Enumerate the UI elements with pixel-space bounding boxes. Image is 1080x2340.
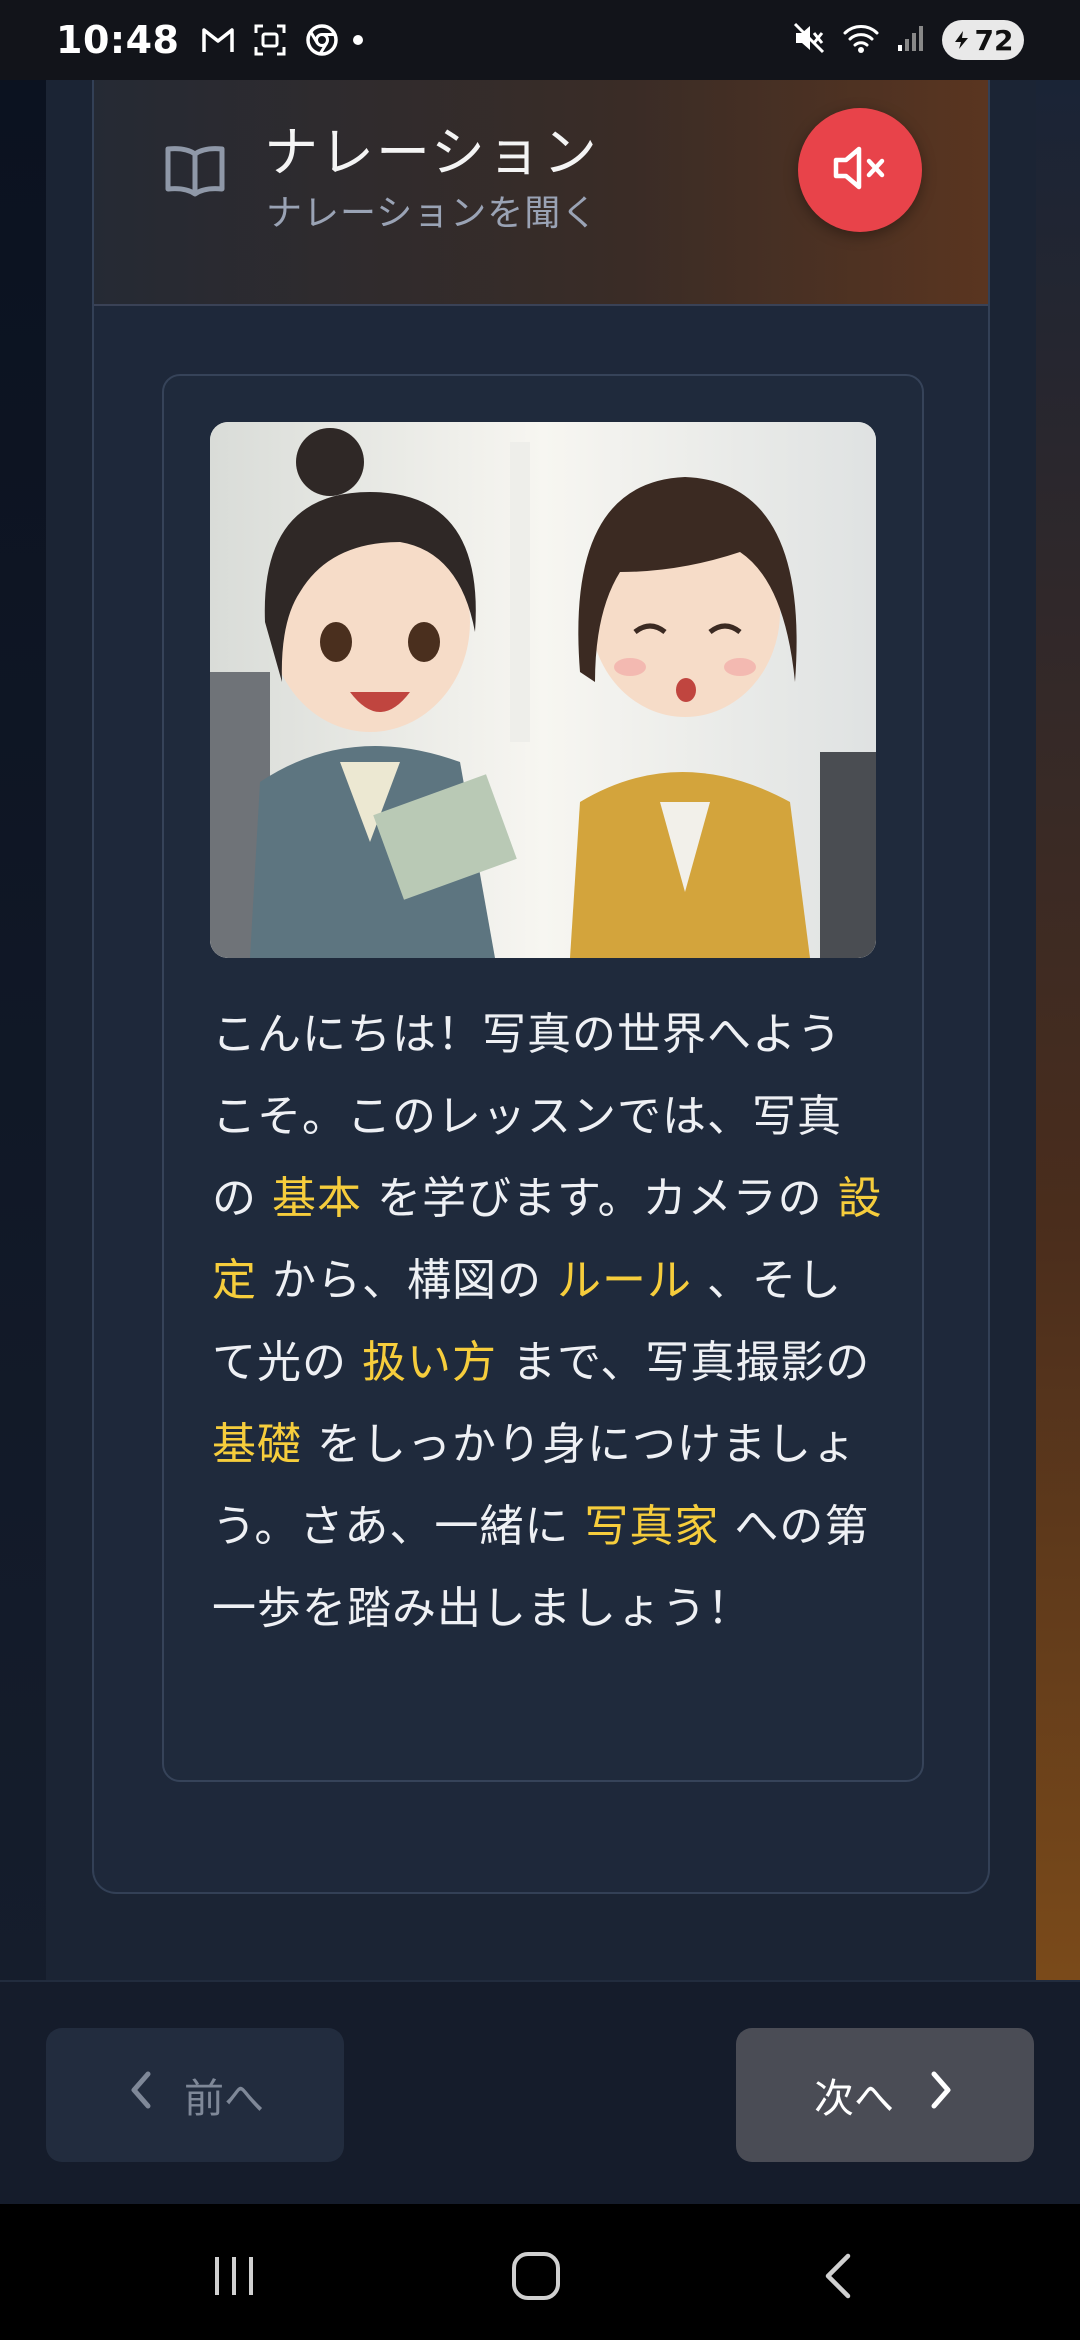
- system-status-icons: 72: [792, 20, 1024, 60]
- highlighted-term: 基礎: [212, 1419, 302, 1470]
- previous-label: 前へ: [184, 2076, 264, 2122]
- next-button[interactable]: 次へ: [736, 2028, 1034, 2162]
- wifi-icon: [842, 21, 880, 59]
- background-right: [1036, 80, 1080, 1980]
- next-label: 次へ: [814, 2076, 894, 2122]
- lesson-illustration: [210, 422, 876, 958]
- gmail-icon: [201, 23, 235, 57]
- mute-icon: [792, 21, 826, 59]
- highlighted-term: 写真家: [584, 1501, 720, 1552]
- lesson-navigation: 前へ 次へ: [0, 1980, 1080, 2204]
- home-button[interactable]: [506, 2246, 566, 2306]
- narration-card: ナレーション ナレーションを聞く こんにちは！写真の世界へようこそ。このレッスン…: [92, 80, 990, 1894]
- battery-level: 72: [974, 23, 1014, 57]
- battery-charging-icon: [953, 24, 971, 57]
- battery-indicator: 72: [942, 20, 1024, 60]
- narration-segment: まで、写真撮影の: [497, 1337, 871, 1388]
- highlighted-term: 扱い方: [362, 1337, 497, 1388]
- narration-title: ナレーション: [264, 121, 599, 184]
- recent-apps-button[interactable]: [204, 2246, 264, 2306]
- narration-content: こんにちは！写真の世界へようこそ。このレッスンでは、写真の 基本 を学びます。カ…: [162, 374, 924, 1782]
- narration-text: こんにちは！写真の世界へようこそ。このレッスンでは、写真の 基本 を学びます。カ…: [212, 994, 884, 1650]
- mute-toggle-button[interactable]: [798, 108, 922, 232]
- status-time: 10:48: [56, 18, 180, 62]
- volume-mute-icon: [828, 136, 892, 204]
- notification-icons: [201, 23, 339, 57]
- previous-button[interactable]: 前へ: [46, 2028, 344, 2162]
- narration-segment: を学びます。カメラの: [362, 1173, 838, 1224]
- signal-icon: [896, 23, 926, 57]
- highlighted-term: ルール: [556, 1255, 692, 1306]
- book-open-icon: [162, 138, 228, 204]
- system-navigation-bar: [0, 2204, 1080, 2340]
- narration-subtitle: ナレーションを聞く: [266, 193, 599, 234]
- narration-segment: から、構図の: [257, 1255, 557, 1306]
- notification-dot: [353, 35, 364, 45]
- chrome-icon: [305, 23, 339, 57]
- highlighted-term: 基本: [272, 1173, 362, 1224]
- background-left: [0, 80, 46, 1980]
- narration-header: ナレーション ナレーションを聞く: [94, 80, 988, 306]
- chevron-left-icon: [126, 2068, 154, 2122]
- chevron-right-icon: [928, 2068, 956, 2122]
- status-bar: 10:48 72: [0, 0, 1080, 80]
- back-button[interactable]: [808, 2246, 868, 2306]
- screenshot-icon: [253, 23, 287, 57]
